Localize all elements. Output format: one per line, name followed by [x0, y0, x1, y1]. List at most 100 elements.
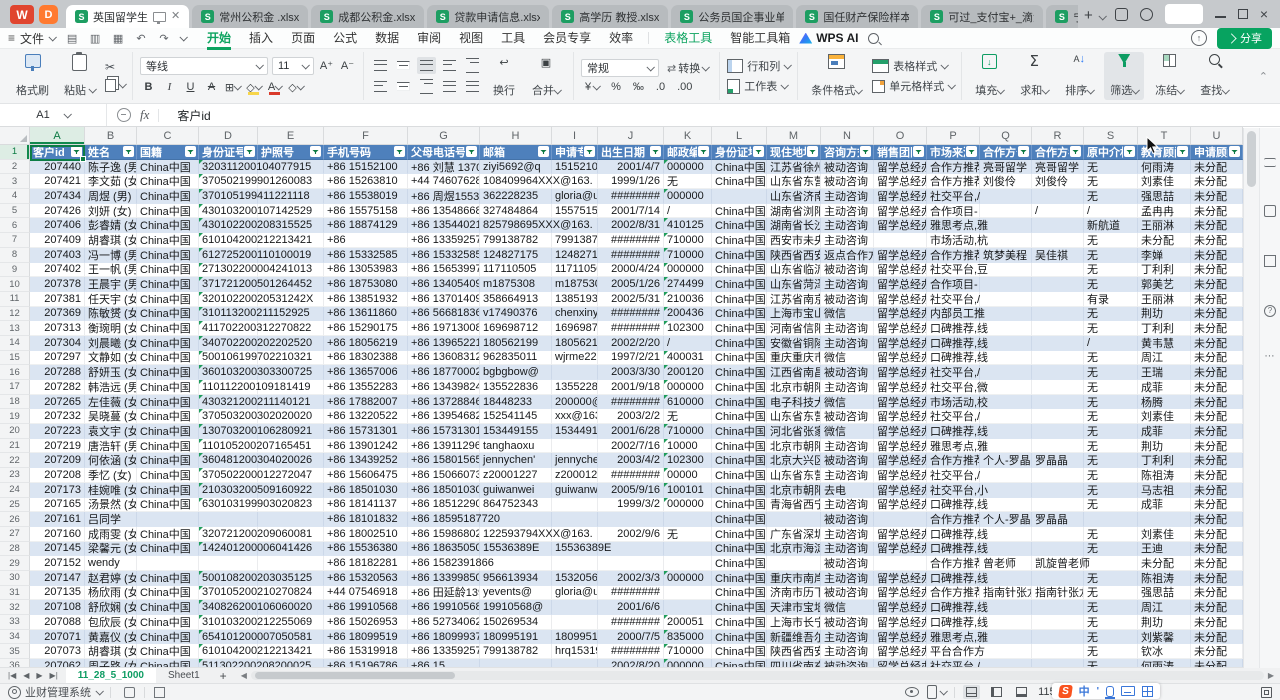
- cell[interactable]: 留学总经办: [874, 409, 927, 424]
- cell[interactable]: 合作项目-: [927, 277, 980, 292]
- cell[interactable]: +86 1354866895: [408, 204, 480, 219]
- cell[interactable]: 周煜 (男): [85, 189, 137, 204]
- font-color-button[interactable]: A: [266, 79, 283, 96]
- filter-dropdown-icon[interactable]: [753, 146, 764, 157]
- cell[interactable]: 王一帆 (男): [85, 263, 137, 278]
- cell[interactable]: 610104200212213421: [199, 233, 258, 248]
- cell[interactable]: 310103200212255069: [199, 615, 258, 630]
- cell[interactable]: 15320563X: [552, 571, 598, 586]
- cell[interactable]: 32010220020531242X: [199, 292, 258, 307]
- cell[interactable]: 王丽淋: [1138, 218, 1191, 233]
- cell[interactable]: 主动咨询: [821, 571, 874, 586]
- cell[interactable]: 340702200202202520: [199, 336, 258, 351]
- cell[interactable]: [980, 189, 1032, 204]
- cell[interactable]: [552, 659, 598, 667]
- row-header-23[interactable]: 23: [0, 468, 30, 483]
- cell[interactable]: +86 13053983: [324, 263, 408, 278]
- row-header-29[interactable]: 29: [0, 556, 30, 571]
- cell[interactable]: 210303200509160922: [199, 483, 258, 498]
- cell[interactable]: China中国: [712, 233, 767, 248]
- file-tab[interactable]: S英国留学生✕: [66, 5, 189, 28]
- cell[interactable]: China中国: [712, 644, 767, 659]
- cell[interactable]: 200000@qq: [552, 395, 598, 410]
- cell[interactable]: 430103200107142529: [199, 204, 258, 219]
- cell[interactable]: 社交平台,小: [927, 483, 980, 498]
- cell[interactable]: [1032, 615, 1084, 630]
- cell[interactable]: 舒妍玉 (女): [85, 365, 137, 380]
- cell[interactable]: [1032, 307, 1084, 322]
- cell[interactable]: 重庆市南岸: [767, 571, 821, 586]
- cell[interactable]: 400031: [664, 351, 712, 366]
- cell[interactable]: +86 18182281: [324, 556, 408, 571]
- cell[interactable]: 罗晶晶: [1032, 453, 1084, 468]
- cell[interactable]: +86 18002510: [324, 527, 408, 542]
- cell[interactable]: China中国: [712, 174, 767, 189]
- freeze-button[interactable]: 冻结: [1149, 52, 1189, 100]
- cell[interactable]: China中国: [712, 263, 767, 278]
- cell[interactable]: 市场活动,杭: [927, 233, 980, 248]
- cell[interactable]: +86 1598680231: [408, 527, 480, 542]
- cell[interactable]: 未分配: [1191, 483, 1243, 498]
- cell[interactable]: 10000: [664, 439, 712, 454]
- cell[interactable]: 207440: [30, 160, 85, 175]
- wrap-text-button[interactable]: ↩ 换行: [487, 52, 521, 100]
- cell[interactable]: 留学总经办: [874, 351, 927, 366]
- cell[interactable]: 110105200207165451: [199, 439, 258, 454]
- cell[interactable]: [1032, 542, 1084, 557]
- row-header-34[interactable]: 34: [0, 630, 30, 645]
- cell[interactable]: 210036: [664, 292, 712, 307]
- cell[interactable]: China中国: [712, 468, 767, 483]
- cell[interactable]: 500106199702210321: [199, 351, 258, 366]
- share-button[interactable]: 分享: [1217, 28, 1272, 49]
- cell[interactable]: 李婵: [1138, 248, 1191, 263]
- menu-item-工具[interactable]: 工具: [492, 28, 534, 49]
- cell[interactable]: China中国: [712, 307, 767, 322]
- cell[interactable]: 刘素佳: [1138, 527, 1191, 542]
- cell[interactable]: 留学总经办: [874, 586, 927, 601]
- cell[interactable]: 微信: [821, 395, 874, 410]
- cell[interactable]: 刘俊伶: [1032, 174, 1084, 189]
- row-header-4[interactable]: 4: [0, 189, 30, 204]
- cell[interactable]: 微信: [821, 600, 874, 615]
- filter-dropdown-icon[interactable]: [538, 146, 549, 157]
- sogou-logo-icon[interactable]: S: [1058, 685, 1073, 698]
- cell[interactable]: 825798695XXX@163.: [480, 218, 552, 233]
- cell[interactable]: 未分配: [1191, 409, 1243, 424]
- cell[interactable]: 刘晨曦 (女): [85, 336, 137, 351]
- cell[interactable]: 799138782: [480, 644, 552, 659]
- cell[interactable]: [1084, 556, 1138, 571]
- cell[interactable]: [1032, 498, 1084, 513]
- more-icon[interactable]: ⋯: [1265, 355, 1276, 359]
- cell[interactable]: 梁馨元 (女): [85, 542, 137, 557]
- cell[interactable]: 内部员工推: [927, 307, 980, 322]
- column-header-H[interactable]: H: [480, 127, 552, 144]
- cell[interactable]: /: [664, 336, 712, 351]
- cell[interactable]: 社交平台,/: [927, 365, 980, 380]
- cell[interactable]: [1084, 512, 1138, 527]
- cell[interactable]: [1032, 659, 1084, 667]
- cell[interactable]: 荆玏: [1138, 307, 1191, 322]
- cell[interactable]: 未分配: [1138, 233, 1191, 248]
- cell[interactable]: 重庆重庆市: [767, 351, 821, 366]
- filter-dropdown-icon[interactable]: [807, 146, 818, 157]
- cell[interactable]: gloria@uk: [552, 189, 598, 204]
- cell[interactable]: 亮哥留学: [1032, 160, 1084, 175]
- cell[interactable]: China中国: [712, 160, 767, 175]
- file-tab[interactable]: S宁夏教师样本.xlsx: [1046, 5, 1078, 28]
- cell[interactable]: 留学总经办: [874, 498, 927, 513]
- cell[interactable]: ########: [598, 586, 664, 601]
- cell[interactable]: 主动咨询: [821, 527, 874, 542]
- cell[interactable]: [1032, 571, 1084, 586]
- cell[interactable]: 138519326: [552, 292, 598, 307]
- cell[interactable]: 曾老师: [980, 556, 1032, 571]
- header-cell[interactable]: 邮箱: [480, 145, 552, 160]
- system-menu-label[interactable]: 业财管理系统: [25, 684, 91, 700]
- align-middle-icon[interactable]: [394, 57, 413, 74]
- cell[interactable]: 未分配: [1191, 586, 1243, 601]
- filter-dropdown-icon[interactable]: [71, 146, 82, 157]
- row-header-27[interactable]: 27: [0, 527, 30, 542]
- column-header-I[interactable]: I: [552, 127, 598, 144]
- cell[interactable]: [980, 292, 1032, 307]
- cell[interactable]: [1032, 189, 1084, 204]
- filter-button[interactable]: 筛选: [1104, 52, 1144, 100]
